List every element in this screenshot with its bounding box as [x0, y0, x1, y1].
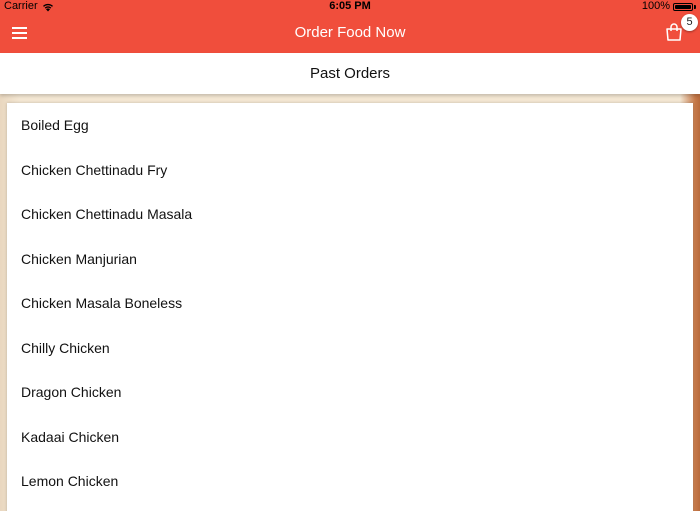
list-item[interactable]: Lemon Chicken [7, 459, 693, 504]
battery-percent: 100% [641, 0, 670, 12]
list-item[interactable]: Chicken Masala Boneless [7, 281, 693, 326]
list-item[interactable]: Dragon Chicken [7, 370, 693, 415]
cart-button[interactable]: 5 [664, 14, 698, 44]
list-item[interactable]: Chicken Chettinadu Masala [7, 192, 693, 237]
status-right: 100% [642, 0, 696, 13]
list-item[interactable]: Kadaai Chicken [7, 415, 693, 460]
app-screen: Carrier 6:05 PM 100% Order Food Now 5 Pa… [0, 0, 700, 511]
list-item[interactable]: Chicken Chettinadu Fry [7, 148, 693, 193]
cart-count-badge: 5 [681, 14, 698, 31]
list-item[interactable]: Chilly Chicken [7, 326, 693, 371]
battery-icon [673, 2, 693, 11]
battery-cap-icon [694, 4, 696, 9]
status-bar: Carrier 6:05 PM 100% [0, 0, 700, 13]
past-orders-list: Boiled Egg Chicken Chettinadu Fry Chicke… [7, 103, 693, 511]
list-item[interactable]: Chicken Manjurian [7, 237, 693, 282]
app-bar: Order Food Now 5 [0, 13, 700, 53]
status-time: 6:05 PM [329, 0, 371, 12]
section-header: Past Orders [0, 53, 700, 94]
list-item[interactable]: Boiled Egg [7, 103, 693, 148]
app-title: Order Food Now [294, 24, 406, 41]
section-title: Past Orders [309, 65, 391, 82]
